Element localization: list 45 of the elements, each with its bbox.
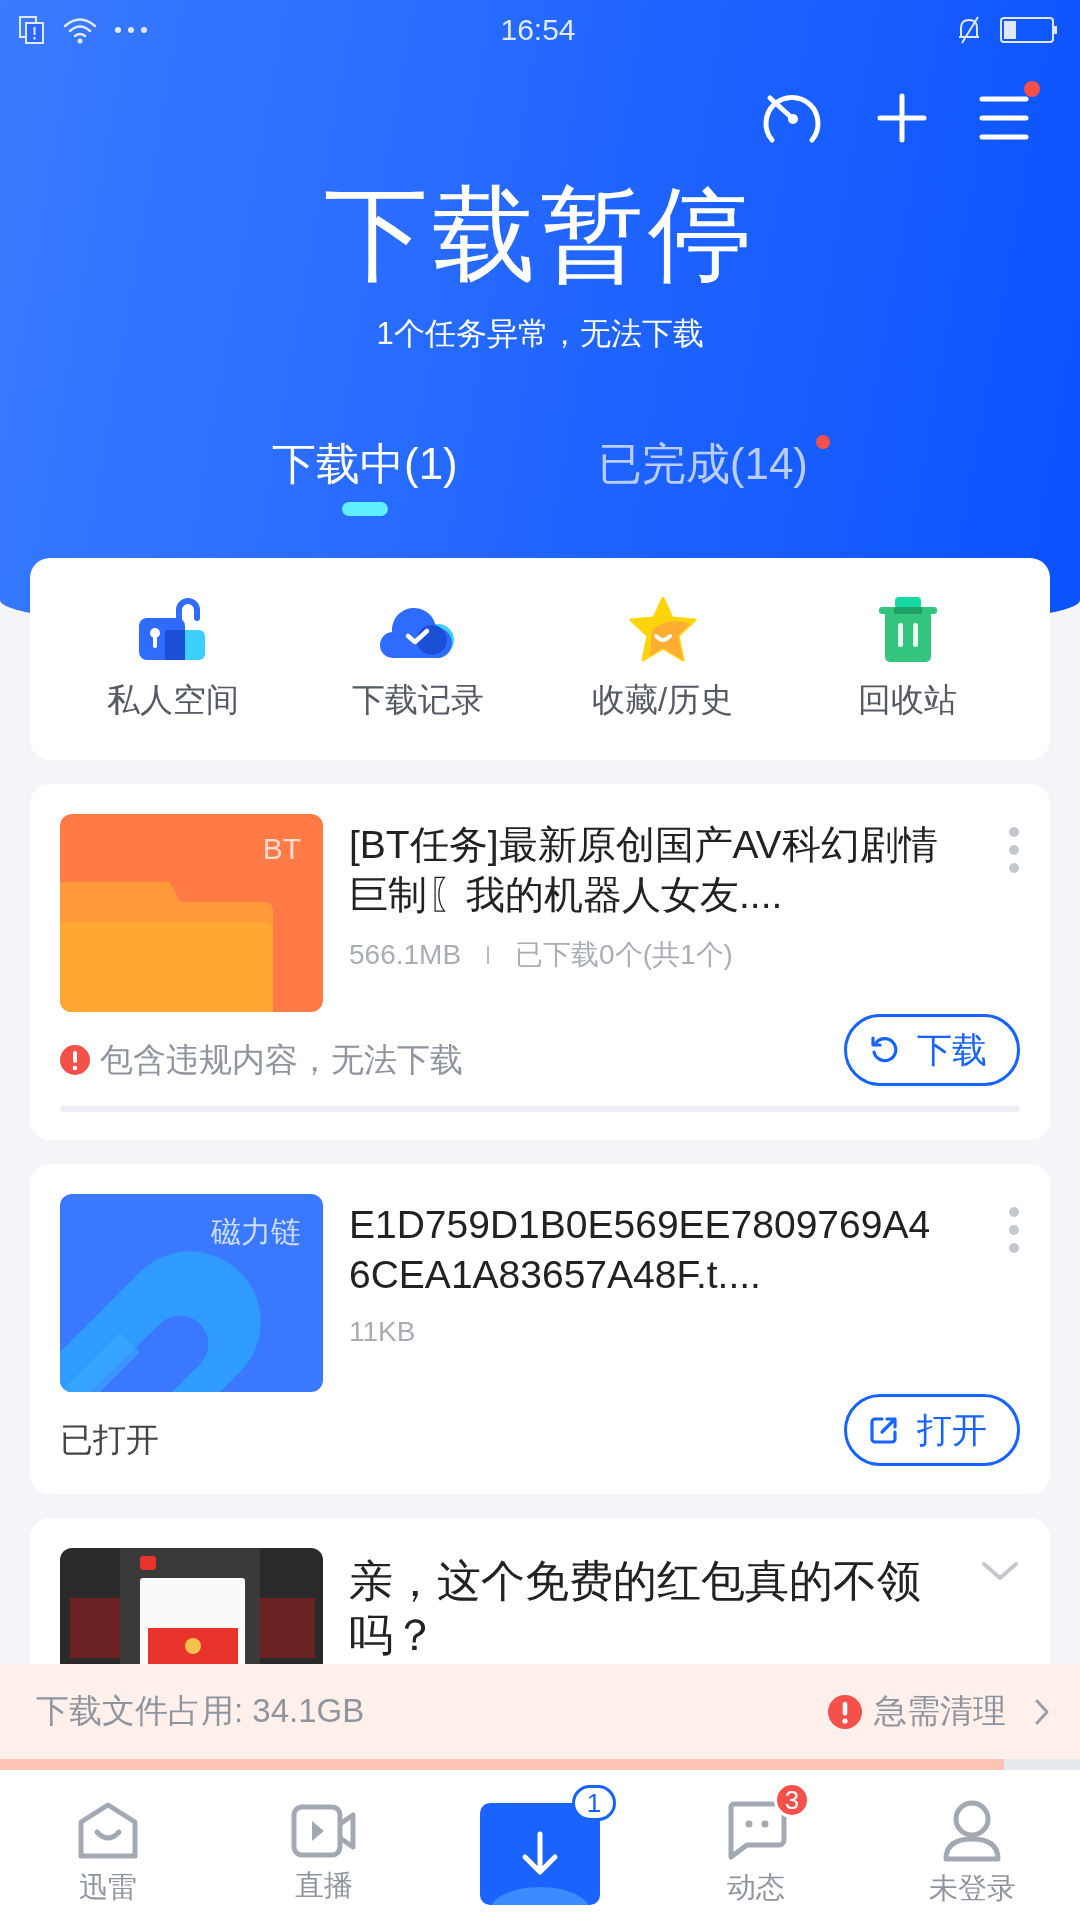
nav-item[interactable]: 迅雷 bbox=[18, 1782, 198, 1908]
task-status: 包含违规内容，无法下载 bbox=[100, 1039, 463, 1080]
file-size: 11KB bbox=[349, 1316, 416, 1348]
nav-item[interactable]: 未登录 bbox=[882, 1781, 1062, 1909]
folder-thumbnail: BT bbox=[60, 814, 323, 1012]
task-status: 已打开 bbox=[60, 1419, 159, 1460]
shortcut-item[interactable]: 回收站 bbox=[807, 595, 1008, 723]
chevron-right-icon bbox=[1034, 1697, 1050, 1726]
count-badge: 1 bbox=[572, 1785, 616, 1821]
tab[interactable]: 已完成(14) bbox=[597, 434, 808, 516]
warning-icon bbox=[828, 1694, 862, 1729]
add-button[interactable] bbox=[876, 92, 928, 144]
open-button[interactable]: 打开 bbox=[844, 1394, 1020, 1466]
wifi-icon bbox=[62, 15, 98, 45]
trash-icon bbox=[876, 595, 939, 664]
more-icon bbox=[114, 26, 148, 34]
cleanup-warning: 急需清理 bbox=[874, 1691, 1006, 1731]
external-link-icon bbox=[869, 1415, 899, 1445]
shortcut-item[interactable]: 下载记录 bbox=[317, 595, 518, 723]
user-icon bbox=[941, 1799, 1003, 1863]
task-title: 亲，这个免费的红包真的不领吗？ bbox=[349, 1555, 922, 1661]
storage-usage: 下载文件占用: 34.1GB bbox=[36, 1691, 365, 1731]
clock-time: 16:54 bbox=[500, 13, 576, 47]
shortcut-item[interactable]: 收藏/历史 bbox=[562, 595, 763, 723]
chat-icon bbox=[725, 1800, 787, 1862]
tab[interactable]: 下载中(1) bbox=[272, 434, 458, 516]
download-button[interactable]: 下载 bbox=[844, 1014, 1020, 1086]
task-title: E1D759D1B0E569EE7809769A46CEA1A83657A48F.t.... bbox=[349, 1202, 932, 1298]
status-subtitle: 1个任务异常，无法下载 bbox=[376, 314, 704, 353]
task-title: [BT任务]最新原创国产AV科幻剧情巨制〖我的机器人女友.... bbox=[349, 822, 939, 918]
count-badge: 3 bbox=[774, 1782, 810, 1818]
star-icon bbox=[627, 595, 698, 664]
storage-banner[interactable]: 下载文件占用: 34.1GB 急需清理 bbox=[0, 1664, 1080, 1759]
file-size: 566.1MB bbox=[349, 939, 462, 971]
nav-item[interactable]: 动态 3 bbox=[666, 1782, 846, 1908]
nav-item[interactable]: 1 bbox=[450, 1785, 630, 1905]
status-title: 下载暂停 bbox=[324, 175, 756, 294]
sim-alert-icon bbox=[18, 15, 46, 45]
download-count: 已下载0个(共1个) bbox=[515, 938, 733, 972]
retry-icon bbox=[869, 1035, 899, 1065]
shortcut-item[interactable]: 私人空间 bbox=[72, 595, 273, 723]
battery-icon bbox=[1000, 16, 1058, 44]
magnet-thumbnail: 磁力链 bbox=[60, 1194, 323, 1392]
video-icon bbox=[291, 1802, 357, 1860]
nav-item[interactable]: 直播 bbox=[234, 1784, 414, 1906]
